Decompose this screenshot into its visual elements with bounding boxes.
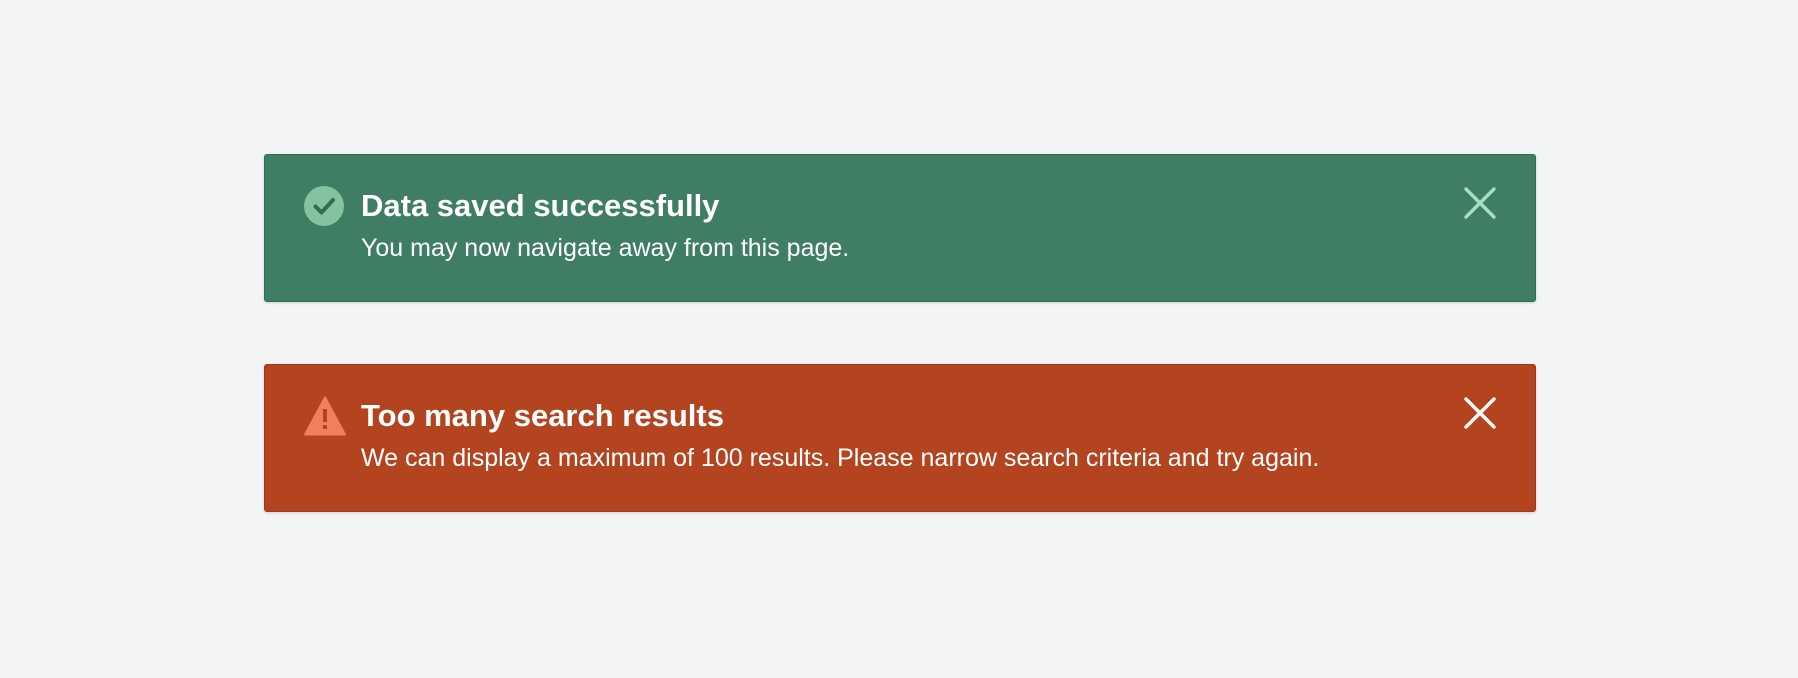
alert-message: You may now navigate away from this page… (361, 234, 850, 262)
success-alert: Data saved successfully You may now navi… (264, 154, 1536, 302)
alert-message: We can display a maximum of 100 results.… (361, 444, 1320, 472)
close-icon (1463, 396, 1497, 430)
error-alert: Too many search results We can display a… (264, 364, 1536, 512)
check-circle-icon (304, 186, 344, 226)
close-button[interactable] (1461, 394, 1499, 432)
close-icon (1463, 186, 1497, 220)
alert-title: Data saved successfully (361, 188, 720, 223)
close-button[interactable] (1461, 184, 1499, 222)
alert-title: Too many search results (361, 398, 724, 433)
warning-triangle-icon (304, 396, 346, 436)
